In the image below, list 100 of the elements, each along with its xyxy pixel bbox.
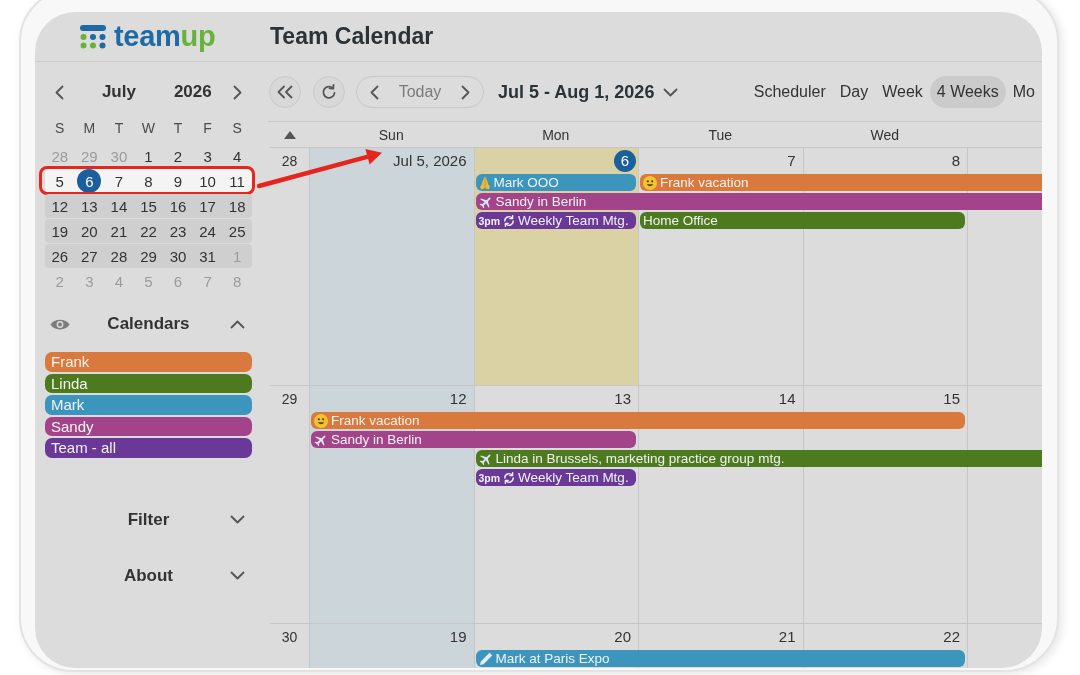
today-marker[interactable]: 6 xyxy=(77,169,102,193)
calendar-day[interactable]: 30 xyxy=(166,246,191,266)
calendar-item[interactable]: Linda xyxy=(45,373,252,393)
weekday-header: Tue xyxy=(708,126,733,143)
double-chevron-left-icon xyxy=(277,85,293,99)
date-range-button[interactable]: Jul 5 - Aug 1, 2026 xyxy=(498,81,679,103)
date-label[interactable]: 15 xyxy=(943,390,960,408)
date-label[interactable]: Jul 5, 2026 xyxy=(393,152,467,170)
weekday-label: T xyxy=(114,120,124,136)
month-label: July xyxy=(101,82,136,102)
calendar-day[interactable]: 29 xyxy=(136,246,161,266)
logo-icon xyxy=(80,24,106,49)
view-tab[interactable]: Mo xyxy=(1005,76,1042,108)
jump-back-button[interactable] xyxy=(269,76,301,108)
date-label[interactable]: 8 xyxy=(951,152,960,170)
calendar-day[interactable]: 19 xyxy=(47,221,72,241)
event-bar[interactable]: Sandy in Berlin xyxy=(311,431,636,448)
eye-icon[interactable] xyxy=(49,317,70,331)
logo-wordmark: teamup xyxy=(114,22,216,51)
event-time: 3pm xyxy=(478,214,501,227)
event-bar[interactable]: 3pm Weekly Team Mtg. xyxy=(475,212,636,229)
calendar-day[interactable]: 7 xyxy=(106,171,131,191)
chevron-down-icon[interactable] xyxy=(229,515,245,524)
weekday-header: Sun xyxy=(378,126,404,143)
chevron-right-icon[interactable] xyxy=(461,84,470,100)
folded-hands-icon xyxy=(478,175,491,190)
calendar-day[interactable]: 1 xyxy=(136,146,161,166)
date-label[interactable]: 21 xyxy=(778,628,796,646)
calendar-item[interactable]: Sandy xyxy=(45,416,252,436)
weekday-header: Mon xyxy=(542,126,570,143)
calendar-day[interactable]: 10 xyxy=(195,171,220,191)
page-title: Team Calendar xyxy=(269,23,435,50)
chevron-down-icon[interactable] xyxy=(229,571,245,580)
calendar-day[interactable]: 27 xyxy=(77,246,102,266)
date-label[interactable]: 20 xyxy=(614,628,631,646)
weekday-label: M xyxy=(83,120,96,136)
calendar-day[interactable]: 2 xyxy=(166,146,191,166)
week-number: 30 xyxy=(281,628,298,645)
calendar-day[interactable]: 9 xyxy=(166,171,191,191)
calendar-day[interactable]: 4 xyxy=(225,146,250,166)
calendar-day[interactable]: 8 xyxy=(136,171,161,191)
calendar-day[interactable]: 11 xyxy=(225,171,250,191)
repeat-icon xyxy=(503,471,516,484)
year-label: 2026 xyxy=(173,82,212,102)
date-label[interactable]: 12 xyxy=(449,390,467,408)
section-title[interactable]: Filter xyxy=(127,509,170,530)
date-label[interactable]: 13 xyxy=(614,390,631,408)
smiley-icon xyxy=(643,175,657,190)
calendar-day[interactable]: 21 xyxy=(106,221,131,241)
calendar-day[interactable]: 17 xyxy=(195,196,220,216)
calendar-day[interactable]: 13 xyxy=(77,196,102,216)
calendar-day[interactable]: 18 xyxy=(225,196,250,216)
calendar-day[interactable]: 14 xyxy=(106,196,131,216)
weekday-label: S xyxy=(232,120,242,136)
event-bar[interactable]: Sandy in Berlin xyxy=(475,193,1042,210)
refresh-button[interactable] xyxy=(313,76,345,108)
calendar-day[interactable]: 12 xyxy=(47,196,72,216)
section-title[interactable]: Calendars xyxy=(107,314,190,334)
section-title[interactable]: About xyxy=(123,565,173,586)
calendar-day[interactable]: 23 xyxy=(166,221,191,241)
chevron-up-icon[interactable] xyxy=(229,319,245,329)
chevron-right-icon[interactable] xyxy=(232,84,242,100)
calendar-day[interactable]: 20 xyxy=(77,221,102,241)
smiley-icon xyxy=(314,413,328,428)
chevron-left-icon[interactable] xyxy=(55,84,65,100)
collapse-triangle-icon[interactable] xyxy=(283,130,296,139)
event-bar[interactable]: Linda in Brussels, marketing practice group mtg. xyxy=(475,450,1042,467)
week-number: 29 xyxy=(281,390,298,407)
event-bar[interactable]: 3pm Weekly Team Mtg. xyxy=(475,469,636,486)
chevron-down-icon xyxy=(663,87,679,97)
weekday-label: S xyxy=(55,120,65,136)
calendar-day[interactable]: 28 xyxy=(106,246,131,266)
event-bar[interactable]: Home Office xyxy=(640,212,965,229)
week-number: 28 xyxy=(281,152,298,169)
view-tab[interactable]: 4 Weeks xyxy=(929,76,1006,108)
calendar-day[interactable]: 22 xyxy=(136,221,161,241)
calendar-day[interactable]: 5 xyxy=(47,171,72,191)
repeat-icon xyxy=(503,214,516,227)
calendar-day[interactable]: 31 xyxy=(195,246,220,266)
chevron-left-icon[interactable] xyxy=(370,84,379,100)
pen-icon xyxy=(478,651,493,666)
view-tab[interactable]: Scheduler xyxy=(746,76,833,108)
date-label[interactable]: 14 xyxy=(778,390,796,408)
event-time: 3pm xyxy=(478,471,501,484)
date-label[interactable]: 7 xyxy=(787,152,796,170)
calendar-day[interactable]: 3 xyxy=(195,146,220,166)
view-tab[interactable]: Day xyxy=(832,76,876,108)
calendar-day[interactable]: 16 xyxy=(166,196,191,216)
calendar-item[interactable]: Team - all xyxy=(45,438,252,458)
view-tab[interactable]: Week xyxy=(875,76,930,108)
calendar-day[interactable]: 26 xyxy=(47,246,72,266)
calendar-day[interactable]: 24 xyxy=(195,221,220,241)
weekday-label: F xyxy=(203,120,212,136)
weekday-label: W xyxy=(141,120,156,136)
weekday-label: T xyxy=(173,120,183,136)
date-label[interactable]: 19 xyxy=(449,628,467,646)
calendar-day[interactable]: 15 xyxy=(136,196,161,216)
today-date-label[interactable]: 6 xyxy=(614,150,636,172)
calendar-day[interactable]: 25 xyxy=(225,221,250,241)
date-label[interactable]: 22 xyxy=(943,628,960,646)
